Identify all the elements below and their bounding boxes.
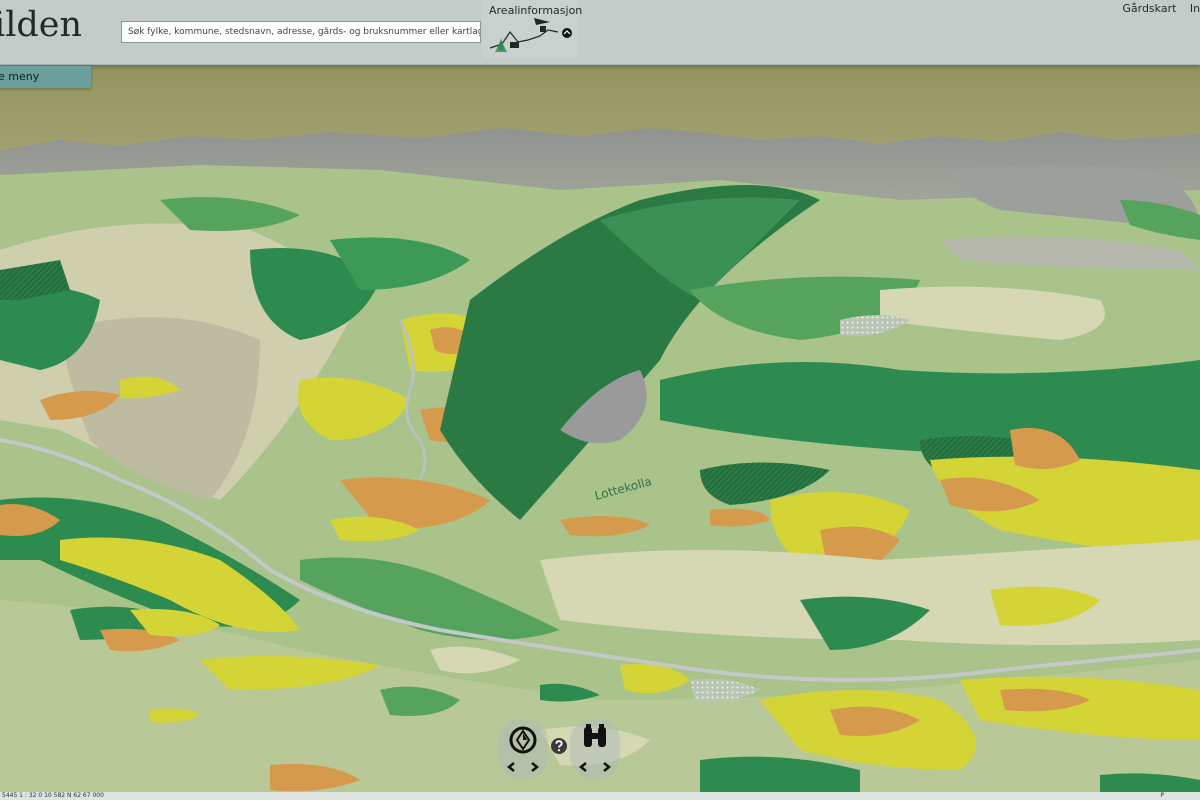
chevron-left-icon [506, 762, 515, 772]
menu-button[interactable]: e meny [0, 66, 91, 88]
site-logo[interactable]: ilden [0, 5, 82, 45]
view-controls [498, 719, 620, 779]
header-bar: ilden Arealinformasjon Gårdskart Inf [0, 0, 1200, 65]
look-control-pad[interactable] [570, 719, 620, 779]
chevron-right-icon [603, 762, 612, 772]
scale-coordinates: 5445 1 : 32 0 10 582 N 62 67 000 [2, 792, 104, 799]
top-navigation: Gårdskart Inf [1112, 2, 1200, 15]
footer-right-text: P [1160, 792, 1164, 799]
nav-gardskart[interactable]: Gårdskart [1122, 2, 1176, 15]
search-input[interactable] [121, 21, 481, 43]
chevron-right-icon [531, 762, 540, 772]
areal-info-panel[interactable]: Arealinformasjon [482, 0, 582, 58]
binoculars-icon [578, 724, 612, 772]
landscape-icon [489, 18, 572, 52]
terrain-3d-map[interactable]: Lottekolla [0, 0, 1200, 800]
nav-info[interactable]: Inf [1190, 2, 1200, 15]
help-icon[interactable] [550, 737, 568, 755]
compass-icon [506, 726, 540, 772]
chevron-left-icon [578, 762, 587, 772]
orbit-control-pad[interactable] [498, 719, 548, 779]
status-footer: 5445 1 : 32 0 10 582 N 62 67 000 P [0, 792, 1200, 800]
